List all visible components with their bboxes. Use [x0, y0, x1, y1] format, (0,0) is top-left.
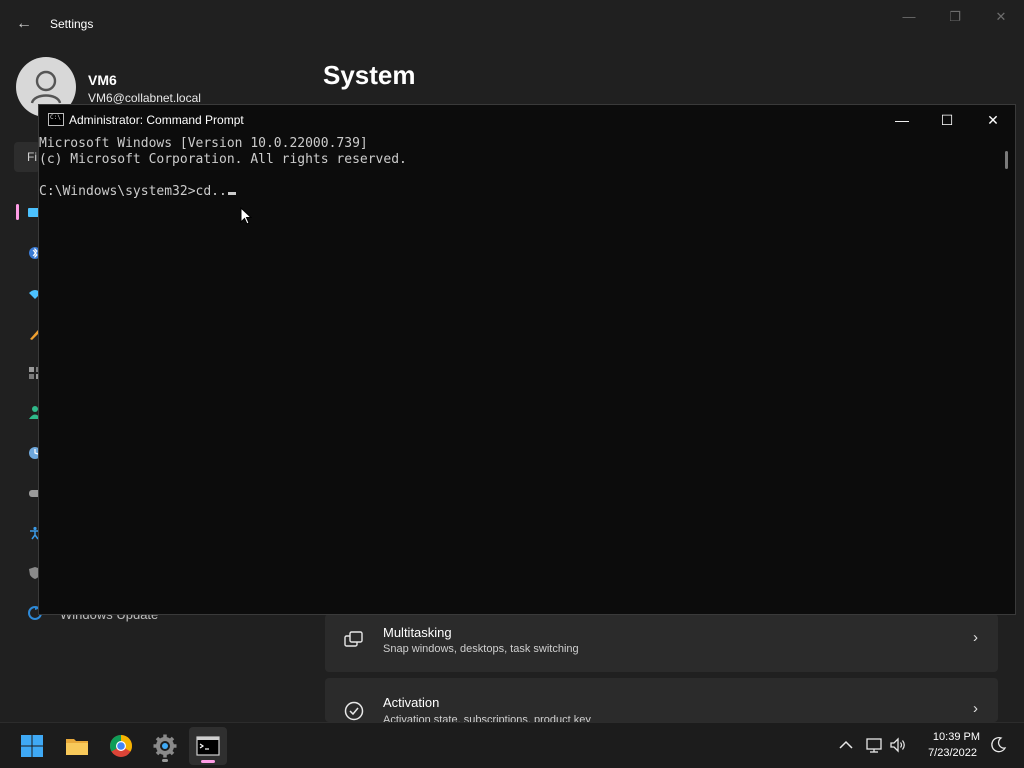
multitasking-icon [344, 631, 363, 647]
activation-subtitle: Activation state, subscriptions, product… [383, 714, 591, 722]
text-cursor [227, 192, 236, 195]
activation-icon [344, 701, 364, 721]
multitasking-subtitle: Snap windows, desktops, task switching [383, 643, 579, 655]
cmd-close-button[interactable]: ✕ [970, 105, 1016, 135]
clock-time[interactable]: 10:39 PM [918, 731, 980, 743]
start-button[interactable] [13, 727, 51, 765]
chevron-up-icon[interactable] [836, 735, 856, 755]
chrome-button[interactable] [102, 727, 140, 765]
chrome-icon [110, 735, 132, 757]
cmd-window-title: Administrator: Command Prompt [69, 113, 244, 127]
command-prompt-icon: C:\ [48, 113, 64, 126]
file-explorer-icon [66, 739, 88, 755]
settings-close-button[interactable]: ✕ [978, 6, 1024, 28]
mouse-pointer-icon [240, 207, 253, 225]
console-line: (c) Microsoft Corporation. All rights re… [39, 152, 407, 167]
back-arrow-icon[interactable]: ← [14, 14, 34, 34]
settings-maximize-button[interactable]: ❐ [932, 6, 978, 28]
clock-date[interactable]: 7/23/2022 [918, 747, 977, 759]
multitasking-card[interactable]: Multitasking Snap windows, desktops, tas… [325, 614, 998, 672]
nav-selected-indicator [16, 204, 19, 220]
cmd-console-area[interactable]: Microsoft Windows [Version 10.0.22000.73… [39, 135, 999, 614]
settings-icon [153, 734, 177, 758]
file-explorer-button[interactable] [58, 727, 96, 765]
search-placeholder-fragment: Fi [27, 150, 37, 164]
cmd-titlebar[interactable]: C:\ Administrator: Command Prompt — ☐ ✕ [39, 105, 1015, 135]
activation-title: Activation [383, 695, 440, 710]
activation-card[interactable]: Activation Activation state, subscriptio… [325, 678, 998, 722]
multitasking-chevron-icon: › [973, 629, 978, 646]
command-prompt-icon [196, 736, 220, 756]
start-icon [21, 735, 43, 757]
cmd-maximize-button[interactable]: ☐ [924, 105, 970, 135]
settings-minimize-button[interactable]: — [886, 6, 932, 28]
console-command-text: C:\Windows\system32>cd.. [39, 184, 227, 199]
user-name: VM6 [88, 72, 117, 88]
cmd-minimize-button[interactable]: — [879, 105, 925, 135]
settings-titlebar: ← Settings — ❐ ✕ [0, 0, 1024, 48]
settings-app-button[interactable] [146, 727, 184, 765]
console-line: Microsoft Windows [Version 10.0.22000.73… [39, 136, 368, 151]
focus-assist-moon-icon[interactable] [988, 735, 1008, 755]
console-prompt-line: C:\Windows\system32>cd.. [39, 184, 236, 200]
volume-icon[interactable] [888, 735, 908, 755]
active-app-indicator [201, 760, 215, 763]
cmd-scrollbar-thumb[interactable] [1005, 151, 1008, 169]
user-email: VM6@collabnet.local [88, 91, 201, 105]
multitasking-title: Multitasking [383, 625, 452, 640]
command-prompt-taskbar-button[interactable] [189, 727, 227, 765]
activation-chevron-icon: › [973, 700, 978, 717]
cmd-scrollbar[interactable] [999, 135, 1015, 614]
search-input[interactable]: Fi [14, 142, 40, 172]
taskbar: 10:39 PM 7/23/2022 [0, 722, 1024, 768]
page-title: System [323, 60, 416, 90]
settings-window-title: Settings [50, 17, 94, 31]
running-indicator [162, 759, 168, 762]
command-prompt-window[interactable]: C:\ Administrator: Command Prompt — ☐ ✕ … [38, 104, 1016, 615]
network-icon[interactable] [864, 735, 884, 755]
